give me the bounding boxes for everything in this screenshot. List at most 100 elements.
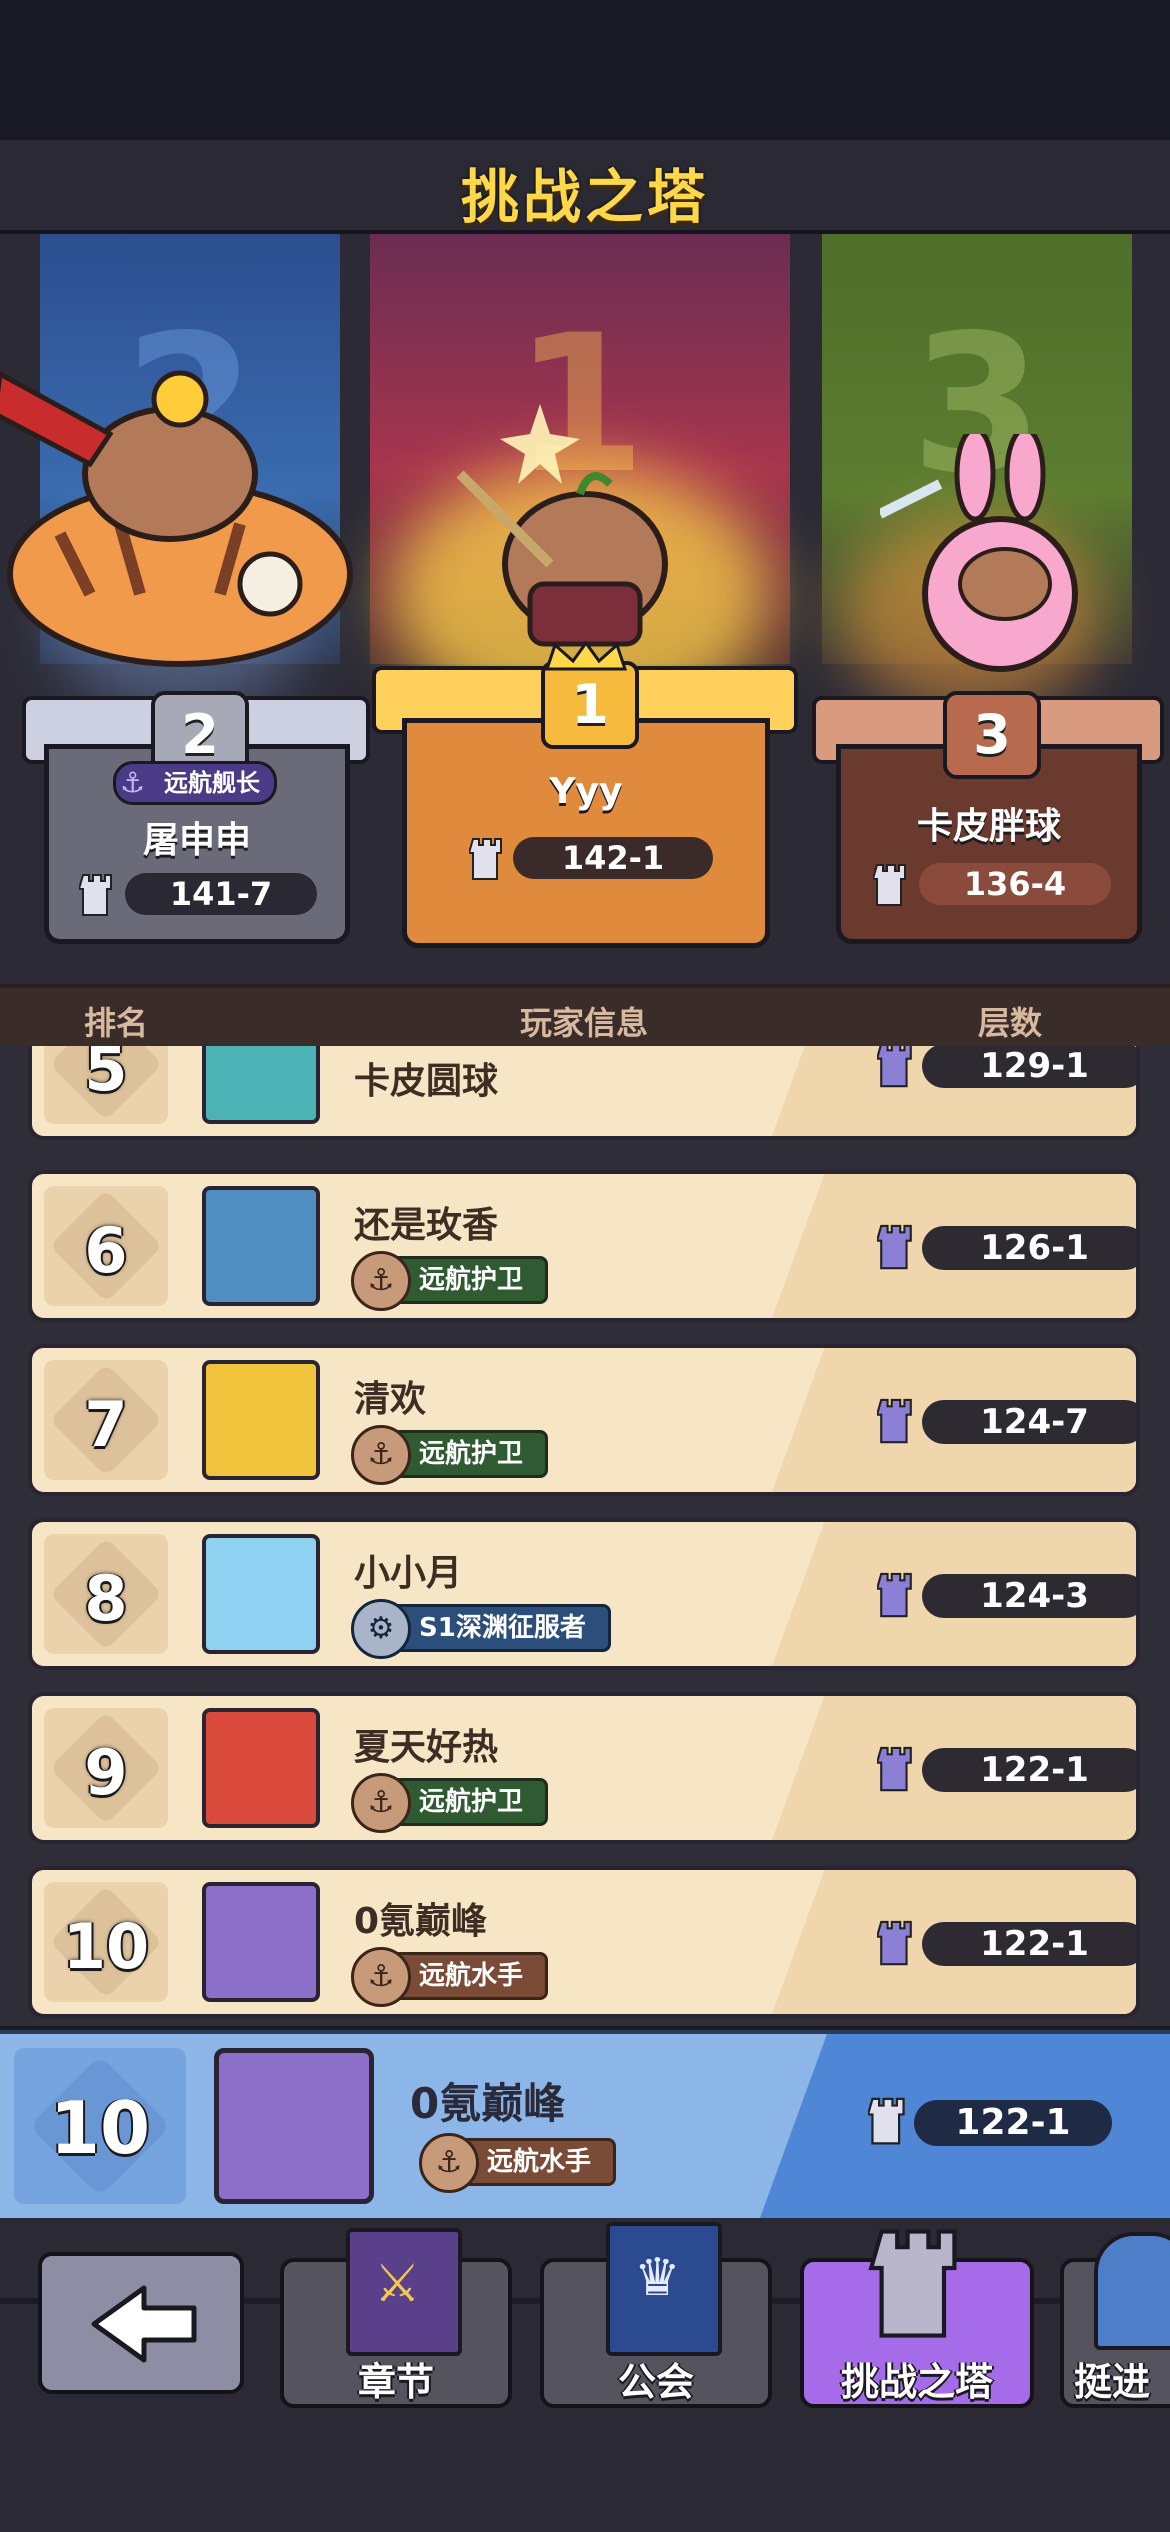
- character-rank-3: [880, 434, 1078, 672]
- avatar: [202, 1882, 320, 2002]
- player-name: 清欢: [354, 1379, 427, 1420]
- avatar: [202, 1186, 320, 1306]
- self-score: 122-1: [914, 2100, 1112, 2146]
- tab-label: 挺进: [1074, 2360, 1151, 2404]
- podium-score: 141-7: [125, 873, 317, 915]
- self-rank: 10: [49, 2086, 151, 2170]
- bottom-nav: ⚔ 章节 ♛ 公会 挑战之塔 挺进: [0, 2218, 1170, 2532]
- tower-icon: [877, 1746, 912, 1792]
- title-badge: ⚓ 远航护卫: [351, 1425, 549, 1485]
- floor-score: 122-1: [922, 1748, 1136, 1792]
- tower-icon: [868, 2229, 957, 2338]
- title-badge: ⚓ 远航护卫: [351, 1251, 549, 1311]
- gear-icon: ⚙: [351, 1599, 411, 1659]
- tab-label: 挑战之塔: [840, 2360, 993, 2404]
- table-row[interactable]: 8 小小月 ⚙ S1深渊征服者 124-3: [28, 1518, 1140, 1670]
- gate-icon: [1094, 2232, 1170, 2350]
- self-rank-row[interactable]: 10 0氪巅峰 ⚓ 远航水手 122-1: [0, 2030, 1170, 2222]
- avatar: [214, 2048, 374, 2204]
- tower-icon: [873, 864, 906, 906]
- title-badge: ⚓ 远航舰长: [113, 761, 277, 805]
- crown-icon: [544, 641, 628, 671]
- podium-score: 142-1: [513, 837, 713, 879]
- page-title: 挑战之塔: [460, 163, 709, 231]
- floor-score: 122-1: [922, 1922, 1136, 1966]
- tower-icon: [79, 874, 112, 916]
- anchor-icon: ⚓: [120, 766, 146, 799]
- tab-guild[interactable]: ♛ 公会: [540, 2222, 772, 2408]
- guild-icon: ♛: [606, 2222, 722, 2356]
- rank-cell: 10: [44, 1882, 168, 2002]
- tower-icon: [877, 1398, 912, 1444]
- character-rank-1: [456, 404, 668, 647]
- floor-score: 124-3: [922, 1574, 1136, 1618]
- rank-badge-1: 1: [541, 661, 639, 749]
- title-bar: 挑战之塔: [0, 140, 1170, 234]
- rank-cell: 9: [44, 1708, 168, 1828]
- anchor-icon: ⚓: [419, 2133, 479, 2193]
- tab-label: 公会: [617, 2360, 694, 2404]
- back-button[interactable]: [38, 2252, 244, 2394]
- tab-label: 章节: [357, 2360, 434, 2404]
- rank-cell: 6: [44, 1186, 168, 1306]
- title-badge: ⚙ S1深渊征服者: [351, 1599, 611, 1659]
- header-rank: 排名: [84, 1004, 149, 1042]
- table-row[interactable]: 7 清欢 ⚓ 远航护卫 124-7: [28, 1344, 1140, 1496]
- self-name: 0氪巅峰: [410, 2079, 566, 2128]
- player-name: 还是玫香: [354, 1205, 499, 1246]
- table-row[interactable]: 10 0氪巅峰 ⚓ 远航水手 122-1: [28, 1866, 1140, 2018]
- anchor-icon: ⚓: [351, 1425, 411, 1485]
- podium-area: 2 1 3 2 ⚓ 远航舰长 屠申申: [0, 234, 1170, 984]
- tower-icon: [868, 2097, 905, 2145]
- player-name: 小小月: [354, 1553, 463, 1594]
- title-badge-label: 远航舰长: [164, 769, 260, 797]
- tower-icon: [469, 838, 502, 880]
- table-row[interactable]: 5 卡皮圆球 129-1: [28, 1046, 1140, 1140]
- self-rank-cell: 10: [14, 2048, 186, 2204]
- podium-score: 136-4: [919, 863, 1111, 905]
- tower-icon: [877, 1224, 912, 1270]
- avatar: [202, 1360, 320, 1480]
- podium-card-3[interactable]: 3 卡皮胖球 136-4: [836, 691, 1142, 944]
- player-name: 卡皮圆球: [354, 1061, 499, 1102]
- table-header: 排名 玩家信息 层数: [0, 984, 1170, 1050]
- avatar: [202, 1708, 320, 1828]
- rank-badge-3: 3: [943, 691, 1041, 779]
- anchor-icon: ⚓: [351, 1773, 411, 1833]
- tab-advance[interactable]: 挺进: [1060, 2232, 1170, 2408]
- floor-score: 126-1: [922, 1226, 1136, 1270]
- player-name: 夏天好热: [354, 1727, 499, 1768]
- tower-icon: [877, 1046, 912, 1088]
- podium-name: 屠申申: [142, 820, 251, 861]
- header-floors: 层数: [978, 1004, 1043, 1042]
- tower-icon: [877, 1572, 912, 1618]
- podium-card-1[interactable]: 1 Yyy 142-1: [402, 641, 770, 948]
- header-player-info: 玩家信息: [520, 1004, 649, 1042]
- title-badge: ⚓ 远航水手: [419, 2133, 617, 2193]
- tab-tower[interactable]: 挑战之塔: [800, 2229, 1034, 2408]
- rank-cell: 8: [44, 1534, 168, 1654]
- avatar: [202, 1534, 320, 1654]
- podium-name: 卡皮胖球: [916, 806, 1061, 847]
- floor-score: 129-1: [922, 1046, 1136, 1088]
- podium-name: Yyy: [549, 771, 623, 812]
- status-bar: [0, 0, 1170, 140]
- tower-icon: [877, 1920, 912, 1966]
- ranking-list[interactable]: 5 卡皮圆球 129-1 6 还是玫香 ⚓ 远航护卫 126-1 7 清欢 ⚓ 远航…: [0, 1046, 1170, 2026]
- table-row[interactable]: 9 夏天好热 ⚓ 远航护卫 122-1: [28, 1692, 1140, 1844]
- podium-card-2[interactable]: 2 ⚓ 远航舰长 屠申申 141-7: [44, 691, 350, 944]
- title-badge: ⚓ 远航护卫: [351, 1773, 549, 1833]
- chapter-icon: ⚔: [346, 2228, 462, 2356]
- anchor-icon: ⚓: [351, 1947, 411, 2007]
- player-name: 0氪巅峰: [354, 1901, 488, 1942]
- rank-cell: 7: [44, 1360, 168, 1480]
- floor-score: 124-7: [922, 1400, 1136, 1444]
- anchor-icon: ⚓: [351, 1251, 411, 1311]
- character-rank-2: [0, 370, 353, 667]
- back-arrow-icon: [91, 2285, 197, 2363]
- title-badge: ⚓ 远航水手: [351, 1947, 549, 2007]
- rank-cell: 5: [44, 1046, 168, 1124]
- tab-chapter[interactable]: ⚔ 章节: [280, 2228, 512, 2408]
- table-row[interactable]: 6 还是玫香 ⚓ 远航护卫 126-1: [28, 1170, 1140, 1322]
- avatar: [202, 1046, 320, 1124]
